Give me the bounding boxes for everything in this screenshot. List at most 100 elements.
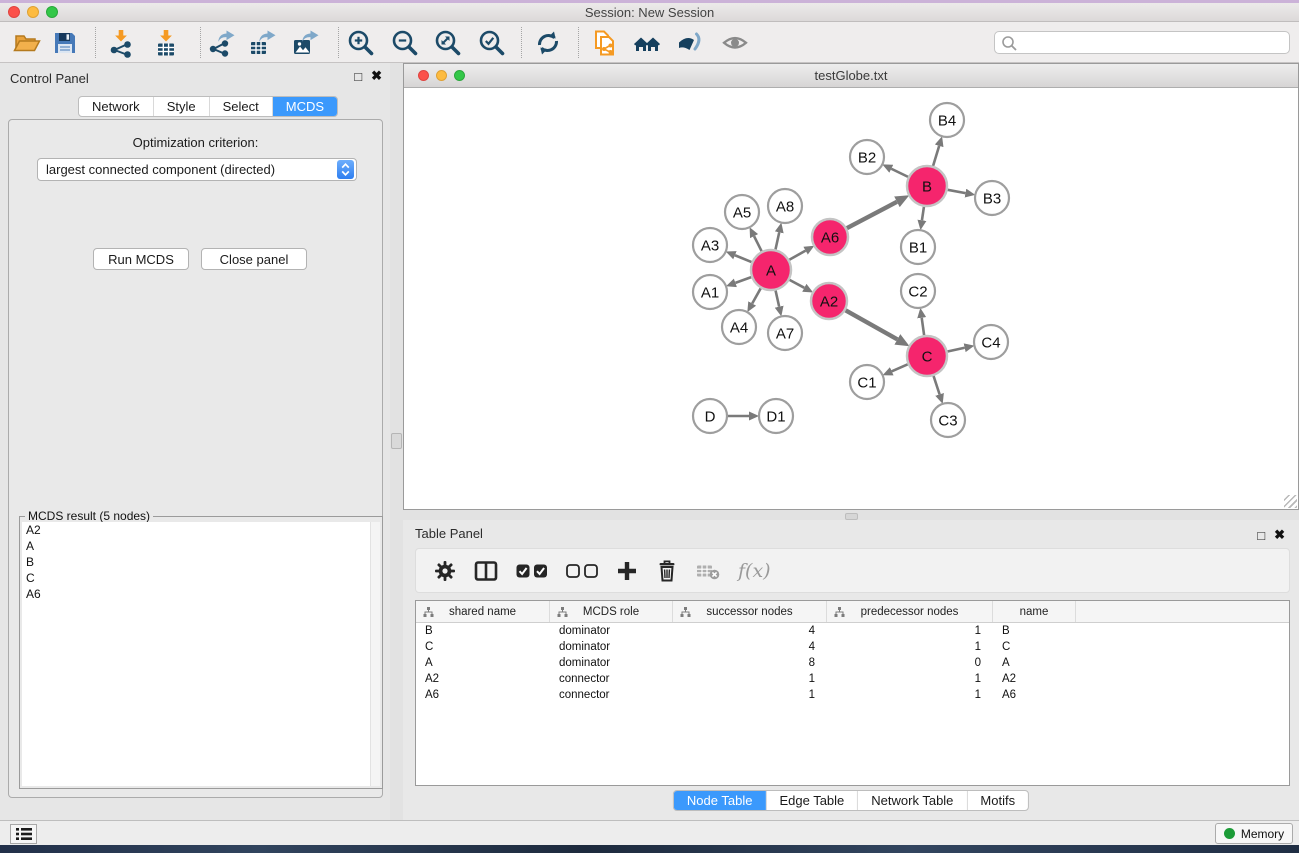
search-input[interactable] bbox=[994, 31, 1290, 54]
horizontal-split-handle[interactable] bbox=[845, 513, 858, 520]
column-header-predecessor-nodes[interactable]: predecessor nodes bbox=[827, 601, 993, 622]
clone-network-icon[interactable] bbox=[590, 28, 620, 58]
graph-node-B3[interactable]: B3 bbox=[975, 181, 1009, 215]
tab-network-table[interactable]: Network Table bbox=[857, 791, 966, 810]
graph-node-B2[interactable]: B2 bbox=[850, 140, 884, 174]
graph-node-A7[interactable]: A7 bbox=[768, 316, 802, 350]
hide-selected-icon[interactable] bbox=[675, 28, 705, 58]
tab-node-table[interactable]: Node Table bbox=[674, 791, 766, 810]
graph-edge-A-A2[interactable] bbox=[790, 280, 805, 288]
graph-node-A8[interactable]: A8 bbox=[768, 189, 802, 223]
graph-node-C[interactable]: C bbox=[907, 336, 947, 376]
close-panel-icon[interactable]: ✖ bbox=[1274, 527, 1285, 543]
result-scrollbar[interactable] bbox=[370, 522, 380, 786]
graph-edge-A-A1[interactable] bbox=[735, 277, 751, 283]
close-window-button[interactable] bbox=[8, 6, 20, 18]
graph-node-B4[interactable]: B4 bbox=[930, 103, 964, 137]
column-header-shared-name[interactable]: shared name bbox=[416, 601, 550, 622]
table-row[interactable]: Cdominator41C bbox=[416, 639, 1289, 655]
minimize-view-button[interactable] bbox=[436, 70, 447, 81]
graph-node-C4[interactable]: C4 bbox=[974, 325, 1008, 359]
graph-node-B[interactable]: B bbox=[907, 166, 947, 206]
graph-edge-B-B3[interactable] bbox=[948, 190, 966, 193]
save-session-icon[interactable] bbox=[50, 28, 80, 58]
column-header-successor-nodes[interactable]: successor nodes bbox=[673, 601, 827, 622]
export-network-icon[interactable] bbox=[206, 28, 236, 58]
close-panel-button[interactable]: Close panel bbox=[201, 248, 307, 270]
mcds-result-item[interactable]: C bbox=[22, 570, 380, 586]
graph-node-C3[interactable]: C3 bbox=[931, 403, 965, 437]
export-table-icon[interactable] bbox=[247, 28, 277, 58]
zoom-in-icon[interactable] bbox=[346, 28, 376, 58]
tab-style[interactable]: Style bbox=[153, 97, 209, 116]
tab-select[interactable]: Select bbox=[209, 97, 272, 116]
task-history-button[interactable] bbox=[10, 824, 37, 844]
tab-network[interactable]: Network bbox=[79, 97, 153, 116]
table-row[interactable]: A2connector11A2 bbox=[416, 671, 1289, 687]
minimize-window-button[interactable] bbox=[27, 6, 39, 18]
graph-edge-B-B4[interactable] bbox=[933, 146, 939, 166]
graph-edge-C-C3[interactable] bbox=[934, 376, 940, 394]
mcds-result-item[interactable]: A bbox=[22, 538, 380, 554]
open-session-icon[interactable] bbox=[12, 28, 42, 58]
deselect-all-icon[interactable] bbox=[566, 564, 598, 578]
close-view-button[interactable] bbox=[418, 70, 429, 81]
graph-node-C2[interactable]: C2 bbox=[901, 274, 935, 308]
graph-node-A1[interactable]: A1 bbox=[693, 275, 727, 309]
show-all-icon[interactable] bbox=[720, 28, 750, 58]
window-resize-grip[interactable] bbox=[1284, 495, 1297, 508]
zoom-window-button[interactable] bbox=[46, 6, 58, 18]
network-window-titlebar[interactable]: testGlobe.txt bbox=[404, 64, 1298, 88]
table-row[interactable]: Adominator80A bbox=[416, 655, 1289, 671]
tab-mcds[interactable]: MCDS bbox=[272, 97, 337, 116]
zoom-view-button[interactable] bbox=[454, 70, 465, 81]
graph-node-B1[interactable]: B1 bbox=[901, 230, 935, 264]
network-canvas[interactable]: B4B2BB3A8A5A6A3B1AA1C2A2A4A7C4CC1DD1C3 bbox=[404, 88, 1298, 509]
graph-edge-B-B1[interactable] bbox=[922, 207, 924, 221]
show-column-icon[interactable] bbox=[474, 560, 498, 582]
column-header-MCDS-role[interactable]: MCDS role bbox=[550, 601, 673, 622]
graph-node-A4[interactable]: A4 bbox=[722, 310, 756, 344]
graph-edge-C-C1[interactable] bbox=[892, 364, 908, 371]
graph-node-D[interactable]: D bbox=[693, 399, 727, 433]
graph-edge-A-A5[interactable] bbox=[754, 236, 762, 251]
graph-node-A[interactable]: A bbox=[751, 250, 791, 290]
graph-node-A2[interactable]: A2 bbox=[811, 283, 847, 319]
zoom-out-icon[interactable] bbox=[390, 28, 420, 58]
graph-node-A5[interactable]: A5 bbox=[725, 195, 759, 229]
tab-edge-table[interactable]: Edge Table bbox=[765, 791, 857, 810]
mcds-result-item[interactable]: A2 bbox=[22, 522, 380, 538]
reset-view-icon[interactable] bbox=[632, 28, 662, 58]
delete-rows-trash-icon[interactable] bbox=[656, 560, 678, 582]
graph-node-C1[interactable]: C1 bbox=[850, 365, 884, 399]
graph-node-A3[interactable]: A3 bbox=[693, 228, 727, 262]
memory-status-button[interactable]: Memory bbox=[1215, 823, 1293, 844]
run-mcds-button[interactable]: Run MCDS bbox=[93, 248, 189, 270]
graph-edge-A-A6[interactable] bbox=[789, 251, 805, 260]
delete-table-icon[interactable] bbox=[696, 560, 720, 582]
table-row[interactable]: Bdominator41B bbox=[416, 623, 1289, 639]
mcds-result-item[interactable]: B bbox=[22, 554, 380, 570]
graph-edge-A-A7[interactable] bbox=[776, 290, 780, 306]
table-row[interactable]: A6connector11A6 bbox=[416, 687, 1289, 703]
add-row-icon[interactable] bbox=[616, 560, 638, 582]
zoom-fit-icon[interactable] bbox=[433, 28, 463, 58]
mcds-result-item[interactable]: A6 bbox=[22, 586, 380, 602]
table-options-gear-icon[interactable] bbox=[434, 560, 456, 582]
refresh-layout-icon[interactable] bbox=[533, 28, 563, 58]
column-header-name[interactable]: name bbox=[993, 601, 1076, 622]
graph-edge-A6-B[interactable] bbox=[847, 202, 897, 228]
function-builder-icon[interactable]: f(x) bbox=[738, 560, 771, 582]
graph-edge-A-A3[interactable] bbox=[735, 255, 752, 262]
select-all-icon[interactable] bbox=[516, 564, 548, 578]
optimization-criterion-select[interactable]: largest connected component (directed) bbox=[37, 158, 357, 181]
tab-motifs[interactable]: Motifs bbox=[966, 791, 1028, 810]
float-panel-icon[interactable]: □ bbox=[1257, 528, 1265, 543]
import-table-icon[interactable] bbox=[151, 28, 181, 58]
network-graph[interactable]: B4B2BB3A8A5A6A3B1AA1C2A2A4A7C4CC1DD1C3 bbox=[404, 88, 1298, 509]
graph-node-D1[interactable]: D1 bbox=[759, 399, 793, 433]
graph-edge-C-C4[interactable] bbox=[948, 348, 965, 352]
close-panel-icon[interactable]: ✖ bbox=[371, 68, 382, 84]
graph-edge-A-A4[interactable] bbox=[752, 288, 761, 303]
graph-edge-B-B2[interactable] bbox=[891, 169, 908, 177]
